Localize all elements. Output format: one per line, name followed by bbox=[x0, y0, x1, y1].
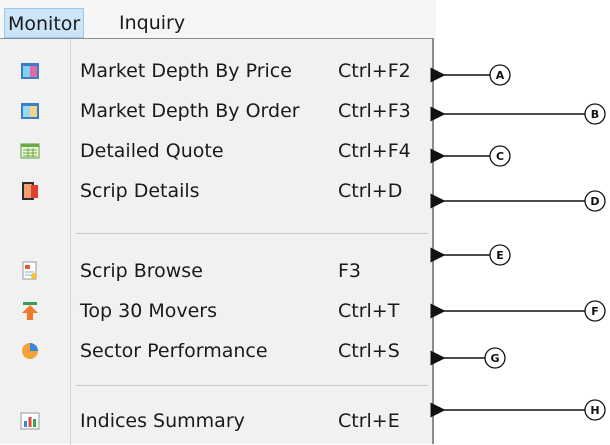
callout-label-b: B bbox=[591, 108, 599, 121]
callout-b: B bbox=[430, 103, 606, 125]
callout-e: E bbox=[430, 244, 511, 266]
callout-label-h: H bbox=[590, 404, 599, 417]
callout-label-a: A bbox=[496, 69, 505, 82]
callout-a: A bbox=[430, 64, 511, 86]
callout-c: C bbox=[430, 145, 511, 167]
callout-label-d: D bbox=[590, 195, 599, 208]
callout-label-f: F bbox=[591, 305, 599, 318]
callout-annotations: A B C D E F G H bbox=[430, 64, 606, 421]
callout-d: D bbox=[430, 190, 606, 212]
callout-label-g: G bbox=[490, 352, 499, 365]
callout-g: G bbox=[430, 347, 506, 369]
callout-label-c: C bbox=[496, 150, 504, 163]
callout-h: H bbox=[430, 399, 606, 421]
callout-f: F bbox=[430, 300, 606, 322]
callout-label-e: E bbox=[496, 249, 504, 262]
